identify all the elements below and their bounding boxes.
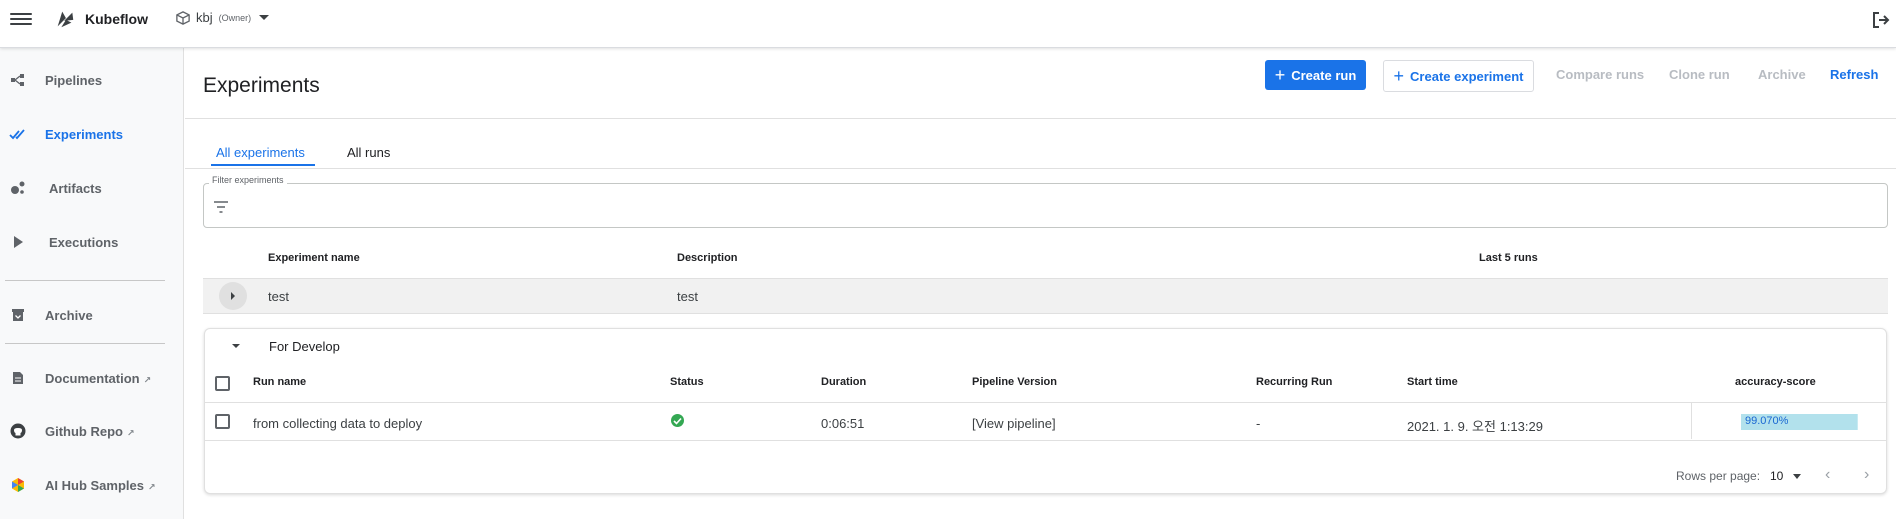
top-bar: Kubeflow kbj (Owner) [0,0,1896,48]
tab-all-runs[interactable]: All runs [347,145,390,160]
create-experiment-button[interactable]: + Create experiment [1383,60,1534,92]
rows-per-page-select[interactable]: 10 [1770,469,1802,483]
experiment-name-cell[interactable]: test [268,289,289,304]
documentation-icon [9,369,27,387]
sidebar-item-label: Archive [45,307,93,323]
sidebar-divider [5,343,165,344]
sidebar-item-ai-hub-samples[interactable]: AI Hub Samples ↗ [0,467,184,503]
sidebar-item-label: Artifacts [49,180,102,196]
sidebar-item-experiments[interactable]: Experiments [0,116,184,152]
column-header-duration[interactable]: Duration [821,376,866,388]
page-title: Experiments [203,74,320,97]
logout-icon[interactable] [1871,10,1891,30]
expanded-experiment-title: For Develop [269,339,340,354]
column-header-start-time[interactable]: Start time [1407,376,1458,388]
artifacts-icon [9,179,27,197]
create-experiment-label: Create experiment [1410,68,1524,84]
expanded-experiment-card [204,328,1887,494]
rows-per-page-label: Rows per page: [1676,469,1761,483]
plus-icon: + [1274,65,1286,85]
ai-hub-icon [9,476,27,494]
row-checkbox[interactable] [215,414,230,429]
experiments-icon [9,125,27,143]
sidebar-item-label: Documentation [45,370,140,386]
external-link-icon: ↗ [127,427,135,438]
run-start-time: 2021. 1. 9. 오전 1:13:29 [1407,419,1543,434]
recurring-run-value: - [1256,416,1261,431]
chevron-down-icon [1793,473,1802,479]
column-header-status[interactable]: Status [670,376,704,388]
accuracy-score-bar: 99.070% [1741,414,1858,430]
sidebar-item-label: AI Hub Samples [45,477,144,493]
column-header-description[interactable]: Description [677,252,738,264]
github-icon [9,422,27,440]
metric-column-divider [1691,403,1692,439]
experiment-description-cell: test [677,289,698,304]
create-run-label: Create run [1291,67,1357,83]
external-link-icon: ↗ [143,374,152,385]
sidebar-item-pipelines[interactable]: Pipelines [0,62,184,98]
app-title: Kubeflow [85,11,148,27]
namespace-selector[interactable]: kbj (Owner) [176,10,270,25]
create-run-button[interactable]: + Create run [1265,60,1366,90]
runs-header-divider [205,402,1886,403]
filter-label: Filter experiments [209,175,287,185]
plus-icon: + [1393,66,1405,86]
column-header-run-name[interactable]: Run name [253,376,306,388]
accuracy-score-value: 99.070% [1745,415,1789,427]
compare-runs-button[interactable]: Compare runs [1556,67,1644,82]
table-row[interactable] [203,278,1888,314]
cube-icon [176,10,190,25]
column-header-experiment-name[interactable]: Experiment name [268,252,360,264]
select-all-checkbox[interactable] [215,376,230,391]
sidebar-item-artifacts[interactable]: Artifacts [0,170,184,206]
header-divider [185,118,1896,119]
sidebar-item-github-repo[interactable]: Github Repo ↗ [0,413,184,449]
next-page-icon[interactable]: › [1864,466,1869,484]
chevron-down-icon [259,15,270,20]
sidebar-item-documentation[interactable]: Documentation ↗ [0,360,184,396]
archive-button[interactable]: Archive [1758,67,1806,82]
filter-icon [214,201,228,213]
previous-page-icon[interactable]: ‹ [1825,466,1830,484]
column-header-pipeline-version[interactable]: Pipeline Version [972,376,1057,388]
sidebar-item-archive[interactable]: Archive [0,297,184,333]
rows-per-page-value: 10 [1770,469,1784,483]
clone-run-button[interactable]: Clone run [1669,67,1730,82]
sidebar-item-label: Github Repo [45,423,123,439]
view-pipeline-link[interactable]: [View pipeline] [972,416,1056,431]
sidebar-item-label: Pipelines [45,72,103,88]
external-link-icon: ↗ [147,481,156,492]
pipelines-icon [9,71,27,89]
success-check-icon [671,414,684,427]
namespace-name: kbj [196,10,213,25]
tab-all-experiments[interactable]: All experiments [216,145,305,160]
chevron-right-icon [231,292,235,300]
kubeflow-logo-icon [57,11,74,28]
archive-icon [9,306,27,324]
executions-icon [9,233,27,251]
refresh-button[interactable]: Refresh [1830,67,1878,82]
sidebar-item-executions[interactable]: Executions [0,224,184,260]
tabs-divider [185,168,1896,169]
run-duration: 0:06:51 [821,416,865,431]
runs-row-divider [205,440,1886,441]
active-tab-indicator [211,164,315,166]
sidebar-divider [5,280,165,281]
chevron-down-icon [232,344,240,348]
collapse-button[interactable] [230,340,242,352]
column-header-last-5-runs: Last 5 runs [1479,252,1538,264]
sidebar-item-label: Experiments [45,126,124,142]
hamburger-menu-icon[interactable] [10,10,32,28]
run-name-link[interactable]: from collecting data to deploy [253,416,422,431]
sidebar: Pipelines Experiments Artifacts Executio… [0,48,184,519]
filter-experiments-input[interactable] [240,192,1870,222]
column-header-recurring-run[interactable]: Recurring Run [1256,376,1332,388]
namespace-role: (Owner) [218,12,252,23]
sidebar-item-label: Executions [49,234,119,250]
column-header-accuracy-score[interactable]: accuracy-score [1735,376,1816,388]
expand-row-button[interactable] [219,282,247,310]
